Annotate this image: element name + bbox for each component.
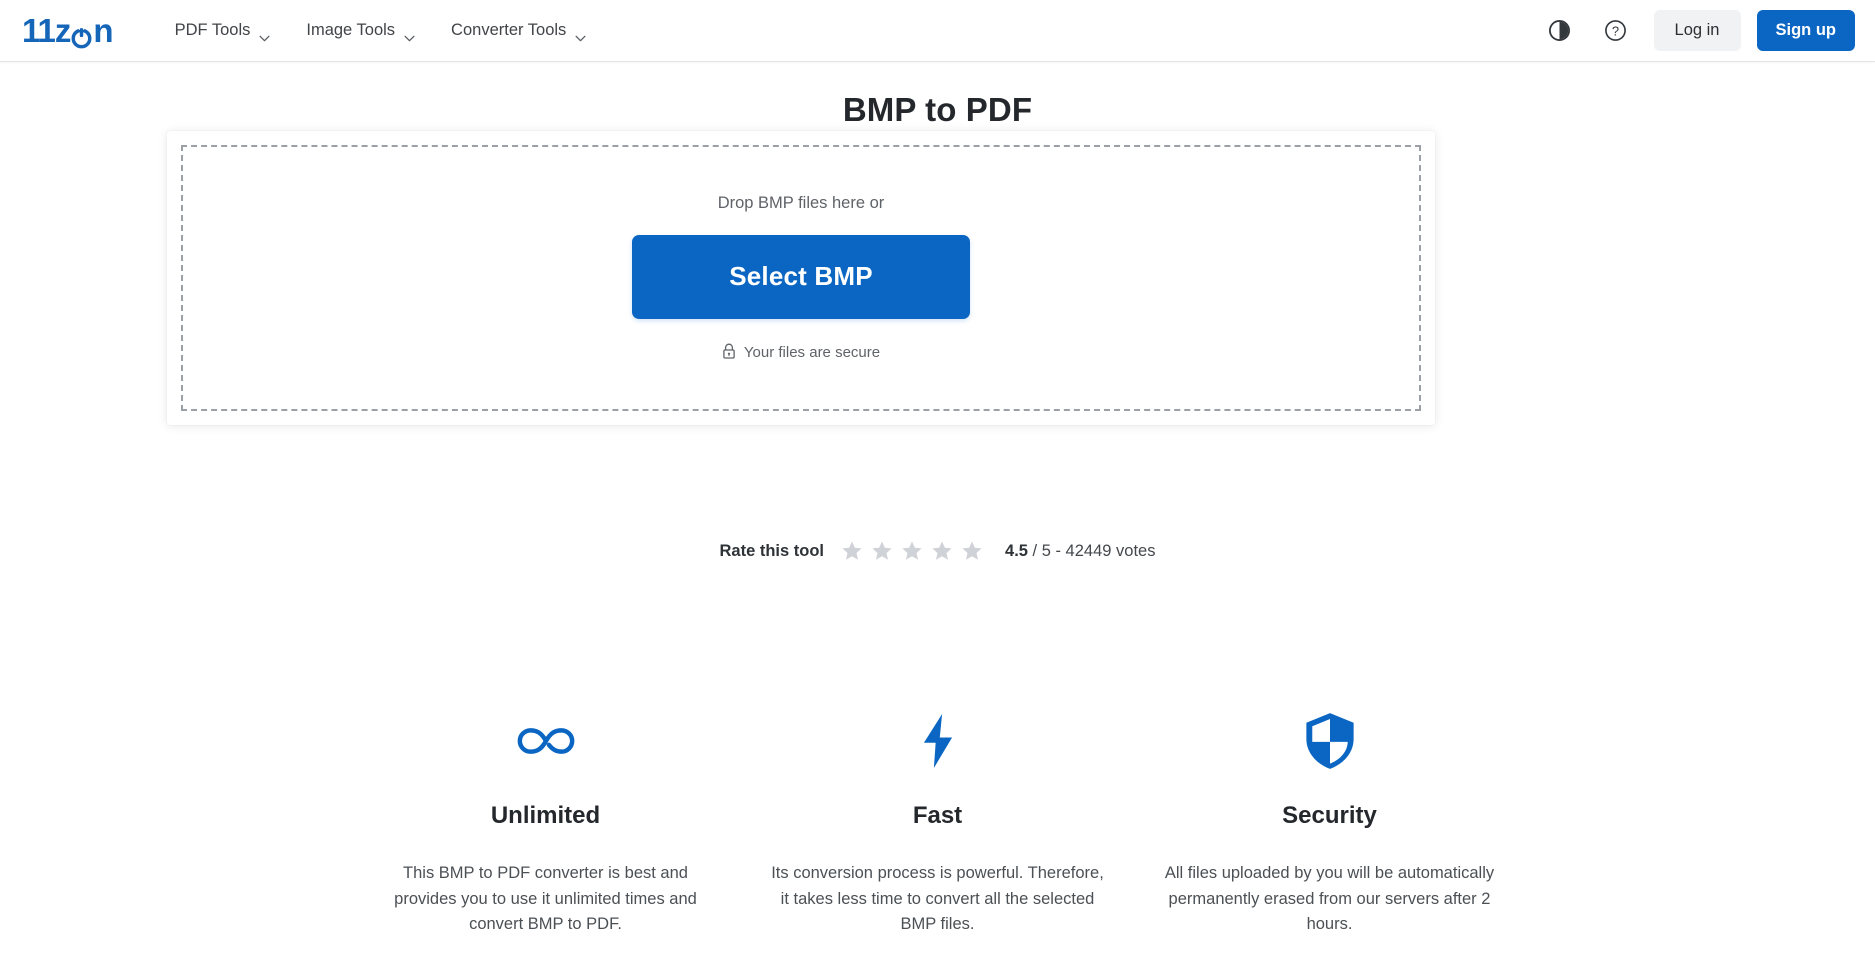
nav-item-image-tools[interactable]: Image Tools xyxy=(292,12,429,49)
feature-description: This BMP to PDF converter is best and pr… xyxy=(394,864,697,934)
upload-card: Drop BMP files here or Select BMP Your f… xyxy=(167,131,1435,425)
signup-button[interactable]: Sign up xyxy=(1756,10,1855,51)
lock-icon xyxy=(722,343,736,363)
question-circle-icon[interactable]: ? xyxy=(1599,14,1633,48)
svg-text:?: ? xyxy=(1612,23,1619,38)
logo-text-after: n xyxy=(93,12,113,49)
feature-title: Security xyxy=(1282,802,1377,829)
chevron-down-icon xyxy=(575,28,586,42)
nav-item-converter-tools[interactable]: Converter Tools xyxy=(437,12,600,49)
page-root: 11z n PDF Tools Image Tools Converter To… xyxy=(0,0,1875,970)
secure-notice: Your files are secure xyxy=(722,343,880,363)
features-section: Unlimited This BMP to PDF converter is b… xyxy=(0,710,1875,938)
feature-title: Unlimited xyxy=(490,802,601,829)
star-icon[interactable] xyxy=(931,540,953,562)
infinity-icon xyxy=(374,710,718,772)
drop-instruction-text: Drop BMP files here or xyxy=(717,193,885,212)
nav-item-label: Converter Tools xyxy=(451,21,567,39)
power-icon xyxy=(70,19,93,49)
rating-votes: / 5 - 42449 votes xyxy=(1027,541,1156,560)
rating-score: 4.5 / 5 - 42449 votes xyxy=(1005,542,1155,561)
feature-security: Security All files uploaded by you will … xyxy=(1134,710,1526,938)
chevron-down-icon xyxy=(404,28,415,42)
nav-item-label: Image Tools xyxy=(306,21,396,39)
star-icon[interactable] xyxy=(871,540,893,562)
main-nav: PDF Tools Image Tools Converter Tools xyxy=(161,12,601,49)
site-logo[interactable]: 11z n xyxy=(12,12,123,49)
star-icon[interactable] xyxy=(841,540,863,562)
page-title: BMP to PDF xyxy=(842,91,1033,128)
rating-widget: Rate this tool 4.5 / 5 - 42449 votes xyxy=(0,540,1875,562)
shield-icon xyxy=(1158,710,1502,772)
feature-unlimited: Unlimited This BMP to PDF converter is b… xyxy=(350,710,742,938)
lightning-bolt-icon xyxy=(766,710,1110,772)
nav-item-label: PDF Tools xyxy=(174,21,251,39)
nav-item-pdf-tools[interactable]: PDF Tools xyxy=(161,12,285,49)
rating-value: 4.5 xyxy=(1005,541,1028,560)
feature-fast: Fast Its conversion process is powerful.… xyxy=(742,710,1134,938)
star-rating[interactable] xyxy=(841,540,983,562)
star-icon[interactable] xyxy=(961,540,983,562)
logo-text-before: 11z xyxy=(22,12,71,49)
chevron-down-icon xyxy=(259,28,270,42)
login-button[interactable]: Log in xyxy=(1653,10,1741,51)
feature-description: All files uploaded by you will be automa… xyxy=(1164,864,1495,934)
feature-title: Fast xyxy=(912,802,963,829)
secure-text: Your files are secure xyxy=(743,344,881,361)
site-header: 11z n PDF Tools Image Tools Converter To… xyxy=(0,0,1875,62)
contrast-icon[interactable] xyxy=(1543,14,1577,48)
rate-label: Rate this tool xyxy=(719,541,825,560)
feature-description: Its conversion process is powerful. Ther… xyxy=(771,864,1104,934)
star-icon[interactable] xyxy=(901,540,923,562)
select-bmp-button[interactable]: Select BMP xyxy=(632,234,970,319)
file-dropzone[interactable]: Drop BMP files here or Select BMP Your f… xyxy=(181,145,1421,411)
